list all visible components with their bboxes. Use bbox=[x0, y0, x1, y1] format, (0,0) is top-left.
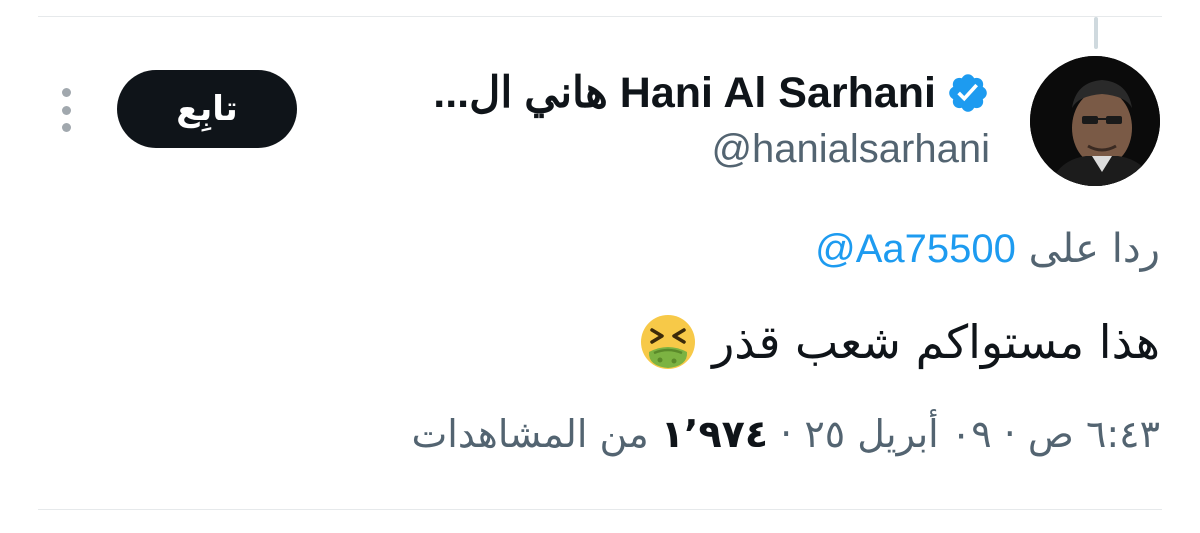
follow-button[interactable]: تابِع bbox=[117, 70, 297, 148]
meta-separator: · bbox=[780, 412, 793, 456]
views-label: من المشاهدات bbox=[411, 412, 649, 456]
meta-separator: · bbox=[1003, 412, 1016, 456]
views-count: ١٬٩٧٤ bbox=[660, 412, 769, 456]
nauseated-face-emoji-icon bbox=[638, 312, 698, 372]
reply-context: ردا على @Aa75500 bbox=[815, 226, 1160, 272]
top-divider bbox=[38, 16, 1162, 17]
tweet-meta: ٦:٤٣ ص · ٠٩ أبريل ٢٥ · ١٬٩٧٤ من المشاهدا… bbox=[412, 412, 1161, 456]
tweet-date[interactable]: ٠٩ أبريل ٢٥ bbox=[804, 412, 991, 456]
author-display-name[interactable]: ...هاني ال Hani Al Sarhani bbox=[433, 68, 936, 118]
more-vertical-icon[interactable] bbox=[56, 88, 76, 132]
author-name-row[interactable]: ...هاني ال Hani Al Sarhani bbox=[433, 64, 990, 122]
verified-badge-icon[interactable] bbox=[946, 71, 990, 115]
author-handle[interactable]: @hanialsarhani bbox=[711, 127, 990, 172]
thread-connector-line bbox=[1094, 17, 1098, 49]
tweet-text: هذا مستواكم شعب قذر bbox=[712, 315, 1160, 369]
avatar[interactable] bbox=[1030, 56, 1160, 186]
more-dot bbox=[61, 123, 71, 132]
bottom-divider bbox=[38, 509, 1162, 510]
tweet-body: هذا مستواكم شعب قذر bbox=[638, 312, 1160, 372]
more-dot bbox=[61, 105, 71, 115]
more-dot bbox=[61, 88, 71, 97]
reply-prefix: ردا على bbox=[1028, 226, 1160, 272]
tweet-time[interactable]: ٦:٤٣ ص bbox=[1028, 412, 1160, 456]
reply-mention-link[interactable]: @Aa75500 bbox=[815, 227, 1016, 272]
